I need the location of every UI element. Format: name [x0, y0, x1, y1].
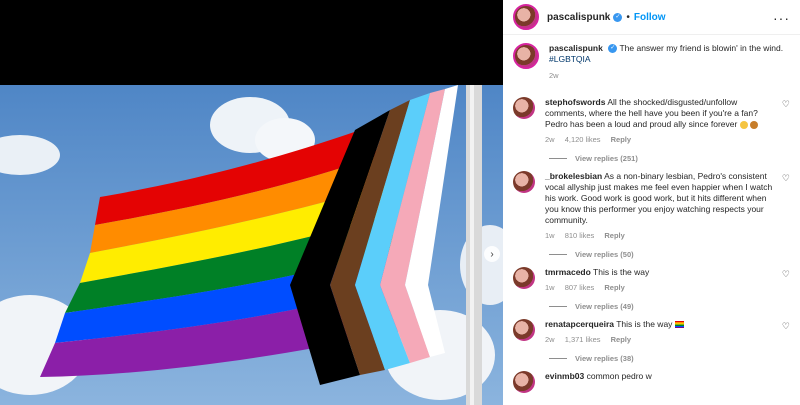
comment-username[interactable]: stephofswords — [545, 97, 605, 107]
more-options-icon[interactable]: ··· — [773, 10, 790, 26]
comment-likes[interactable]: 807 likes — [565, 283, 595, 292]
divider — [549, 254, 567, 255]
avatar[interactable] — [513, 97, 535, 119]
post-media: › — [0, 0, 503, 405]
comment: tmrmacedo This is the way 1w 807 likes R… — [513, 267, 790, 293]
view-replies-label: View replies (38) — [575, 354, 634, 363]
author-username[interactable]: pascalispunk — [547, 12, 610, 23]
caption-username[interactable]: pascalispunk — [549, 43, 603, 53]
hashtag-link[interactable]: #LGBTQIA — [549, 54, 591, 64]
view-replies-button[interactable]: View replies (50) — [549, 250, 790, 259]
verified-badge-icon: ✓ — [613, 12, 623, 22]
comment-likes[interactable]: 810 likes — [565, 231, 595, 240]
caption: pascalispunk ✓ The answer my friend is b… — [513, 43, 790, 81]
avatar[interactable] — [513, 267, 535, 289]
post-viewer: › pascalispunk ✓ • Follow ··· pascalispu… — [0, 0, 800, 405]
view-replies-button[interactable]: View replies (38) — [549, 354, 790, 363]
follow-button[interactable]: Follow — [634, 12, 666, 23]
comment: _brokelesbian As a non-binary lesbian, P… — [513, 171, 790, 241]
comment-likes[interactable]: 4,120 likes — [565, 135, 601, 144]
grinning-emoji-icon — [739, 120, 748, 129]
comment-username[interactable]: tmrmacedo — [545, 267, 591, 277]
view-replies-label: View replies (251) — [575, 154, 638, 163]
view-replies-label: View replies (49) — [575, 302, 634, 311]
comment-username[interactable]: evinmb03 — [545, 371, 584, 381]
caption-time: 2w — [549, 71, 559, 80]
comment-text: common pedro w — [586, 371, 652, 381]
avatar[interactable] — [513, 371, 535, 393]
pride-flag-photo — [0, 85, 503, 405]
divider — [549, 158, 567, 159]
rainbow-flag-emoji-icon — [674, 321, 684, 329]
view-replies-button[interactable]: View replies (251) — [549, 154, 790, 163]
comment-time: 1w — [545, 231, 555, 240]
view-replies-button[interactable]: View replies (49) — [549, 302, 790, 311]
football-emoji-icon — [750, 120, 759, 129]
comment-username[interactable]: _brokelesbian — [545, 171, 602, 181]
caption-text: The answer my friend is blowin' in the w… — [619, 43, 784, 53]
comment-time: 2w — [545, 335, 555, 344]
comment-text: This is the way — [593, 267, 650, 277]
heart-icon[interactable]: ♡ — [782, 269, 790, 280]
separator-dot: • — [626, 11, 630, 23]
divider — [549, 306, 567, 307]
view-replies-label: View replies (50) — [575, 250, 634, 259]
heart-icon[interactable]: ♡ — [782, 173, 790, 184]
comment-username[interactable]: renatapcerqueira — [545, 319, 614, 329]
comment-likes[interactable]: 1,371 likes — [565, 335, 601, 344]
comment-time: 2w — [545, 135, 555, 144]
avatar[interactable] — [513, 171, 535, 193]
heart-icon[interactable]: ♡ — [782, 321, 790, 332]
comment: stephofswords All the shocked/disgusted/… — [513, 97, 790, 145]
avatar[interactable] — [513, 43, 539, 69]
avatar[interactable] — [513, 319, 535, 341]
next-image-button[interactable]: › — [484, 246, 500, 262]
post-sidebar: pascalispunk ✓ • Follow ··· pascalispunk… — [503, 0, 800, 405]
comment-time: 1w — [545, 283, 555, 292]
comments-list: pascalispunk ✓ The answer my friend is b… — [503, 35, 800, 393]
reply-button[interactable]: Reply — [604, 283, 624, 292]
comment: renatapcerqueira This is the way 2w 1,37… — [513, 319, 790, 345]
post-header: pascalispunk ✓ • Follow ··· — [503, 0, 800, 35]
comment-text: This is the way — [616, 319, 673, 329]
heart-icon[interactable]: ♡ — [782, 99, 790, 110]
reply-button[interactable]: Reply — [611, 335, 631, 344]
avatar[interactable] — [513, 4, 539, 30]
divider — [549, 358, 567, 359]
verified-badge-icon: ✓ — [608, 44, 618, 54]
reply-button[interactable]: Reply — [604, 231, 624, 240]
comment: evinmb03 common pedro w — [513, 371, 790, 393]
reply-button[interactable]: Reply — [611, 135, 631, 144]
